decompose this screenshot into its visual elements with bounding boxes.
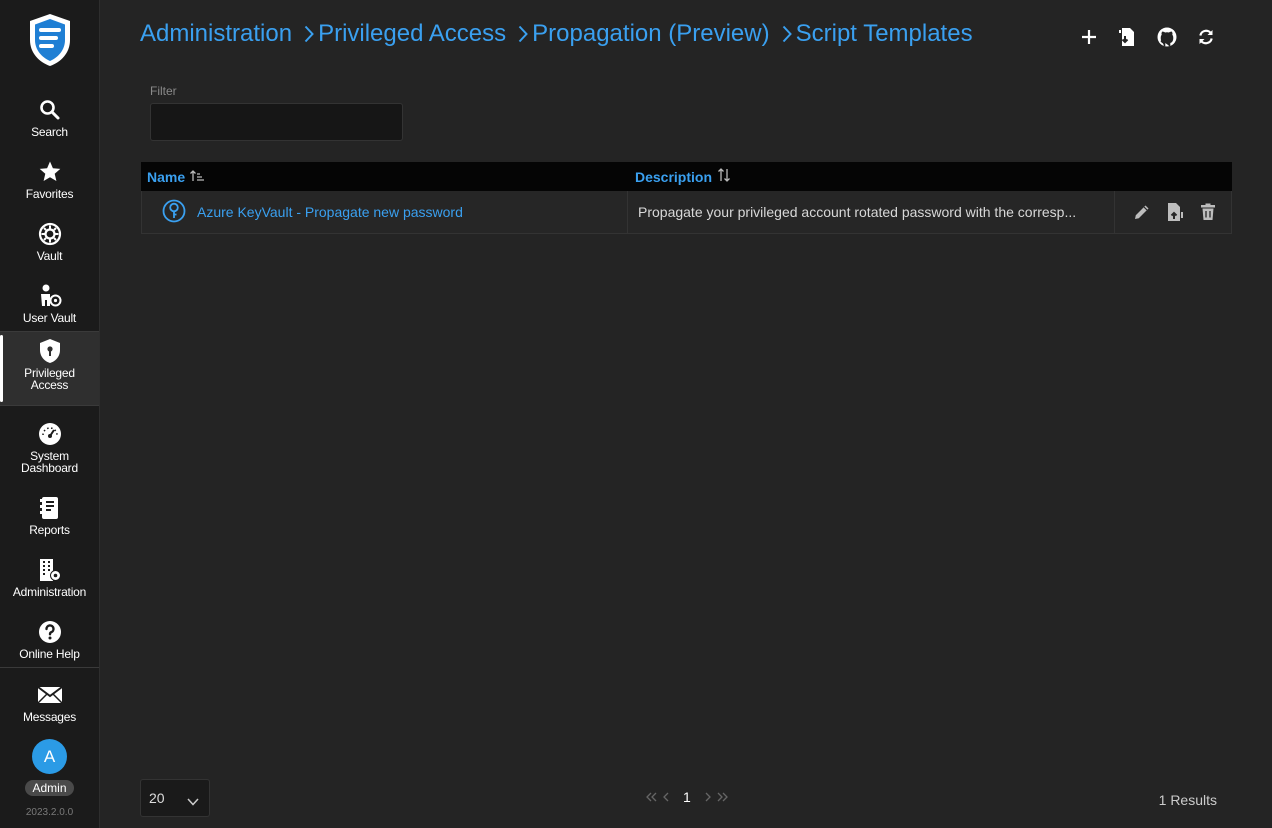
chevron-down-icon (187, 793, 199, 809)
sidebar-item-online-help[interactable]: Online Help (0, 613, 99, 675)
help-icon (37, 619, 63, 645)
table-row[interactable]: Azure KeyVault - Propagate new password … (141, 191, 1232, 234)
avatar[interactable]: A (32, 739, 67, 774)
reports-icon (37, 495, 63, 521)
breadcrumb-item-privileged-access[interactable]: Privileged Access (318, 20, 506, 48)
sidebar-item-label: Online Help (19, 647, 80, 661)
first-page-icon[interactable] (646, 789, 658, 805)
next-page-icon[interactable] (702, 789, 714, 805)
filter-label: Filter (150, 84, 177, 98)
sidebar-item-label: Vault (36, 249, 63, 263)
column-header-name[interactable]: Name (141, 162, 628, 191)
dashboard-gauge-icon (37, 421, 63, 447)
sidebar-item-search[interactable]: Search (0, 91, 99, 153)
star-icon (37, 159, 63, 185)
sidebar-item-label: Reports (29, 523, 70, 537)
breadcrumb: Administration Privileged Access Propaga… (140, 18, 973, 50)
github-icon[interactable] (1157, 26, 1177, 48)
user-vault-icon (37, 283, 63, 309)
breadcrumb-item-administration[interactable]: Administration (140, 20, 292, 48)
last-page-icon[interactable] (716, 789, 728, 805)
page-size-select[interactable]: 20 (140, 779, 210, 817)
filter-input[interactable] (150, 103, 403, 141)
name-cell[interactable]: Azure KeyVault - Propagate new password (142, 191, 628, 233)
edit-icon[interactable] (1132, 202, 1152, 222)
sidebar-item-label: Favorites (25, 187, 74, 201)
actions-cell (1115, 191, 1231, 233)
sidebar-item-label: Privileged Access (24, 366, 75, 392)
version-label: 2023.2.0.0 (25, 807, 74, 818)
sort-icon (717, 168, 731, 185)
shield-lock-icon (37, 338, 63, 364)
sidebar-item-administration[interactable]: Administration (0, 551, 99, 613)
toolbar (1079, 26, 1216, 48)
export-file-icon[interactable] (1165, 202, 1185, 222)
sidebar-item-favorites[interactable]: Favorites (0, 153, 99, 215)
sidebar-item-system-dashboard[interactable]: System Dashboard (0, 415, 99, 477)
chevron-right-icon (782, 25, 792, 43)
sidebar-item-label: Messages (22, 710, 77, 724)
sidebar-item-privileged-access[interactable]: Privileged Access (0, 332, 99, 405)
sidebar-item-label: System Dashboard (21, 449, 78, 475)
template-name-link[interactable]: Azure KeyVault - Propagate new password (197, 204, 463, 220)
devolutions-logo-icon[interactable] (27, 12, 73, 68)
sidebar-item-label: Search (31, 125, 68, 139)
pagination: 1 (646, 789, 728, 805)
sort-ascending-icon (190, 169, 205, 185)
building-gear-icon (37, 557, 63, 583)
table-header: Name Description (141, 162, 1232, 191)
sidebar-item-messages[interactable]: Messages (0, 676, 99, 738)
results-count: 1 Results (1158, 792, 1217, 808)
breadcrumb-item-propagation[interactable]: Propagation (Preview) (532, 20, 769, 48)
search-icon (37, 97, 63, 123)
refresh-icon[interactable] (1196, 26, 1216, 48)
sidebar: Search Favorites Vault User Vault Privil… (0, 0, 100, 828)
add-icon[interactable] (1079, 26, 1099, 48)
previous-page-icon[interactable] (660, 789, 672, 805)
page-title: Script Templates (795, 20, 973, 47)
sidebar-item-label: Administration (12, 585, 87, 599)
description-cell: Propagate your privileged account rotate… (628, 191, 1115, 233)
chevron-right-icon (518, 25, 529, 43)
sidebar-item-reports[interactable]: Reports (0, 489, 99, 551)
script-templates-table: Name Description Azure KeyVault - Propag… (141, 162, 1232, 234)
column-header-description[interactable]: Description (628, 162, 1232, 191)
vault-icon (37, 221, 63, 247)
user-role-badge: Admin (25, 780, 74, 796)
envelope-icon (36, 682, 63, 708)
current-page[interactable]: 1 (683, 789, 691, 805)
delete-icon[interactable] (1198, 202, 1218, 222)
import-file-icon[interactable] (1118, 26, 1138, 48)
azure-keyvault-icon (162, 199, 186, 226)
sidebar-item-user-vault[interactable]: User Vault (0, 277, 99, 339)
chevron-right-icon (304, 25, 314, 43)
sidebar-item-vault[interactable]: Vault (0, 215, 99, 277)
sidebar-item-label: User Vault (22, 311, 77, 325)
